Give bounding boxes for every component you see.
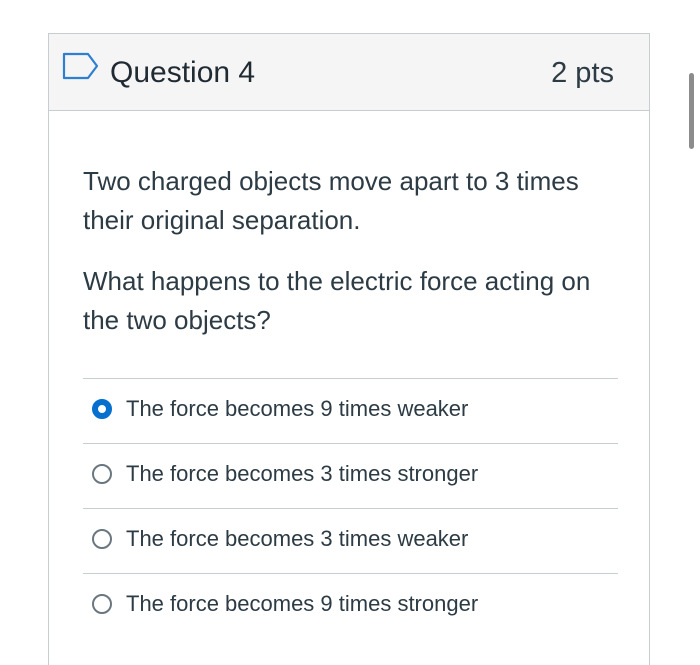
answer-label: The force becomes 9 times weaker xyxy=(126,396,469,421)
radio-unselected-icon[interactable] xyxy=(92,594,112,614)
answer-option[interactable]: The force becomes 9 times weaker xyxy=(83,379,618,444)
answer-option[interactable]: The force becomes 3 times stronger xyxy=(83,444,618,509)
answer-label: The force becomes 3 times stronger xyxy=(126,461,479,486)
question-body: Two charged objects move apart to 3 time… xyxy=(83,110,618,638)
radio-selected-icon[interactable] xyxy=(92,399,112,419)
question-header: Question 4 2 pts xyxy=(49,34,649,111)
answer-option[interactable]: The force becomes 3 times weaker xyxy=(83,509,618,574)
radio-unselected-icon[interactable] xyxy=(92,529,112,549)
page: Question 4 2 pts Two charged objects mov… xyxy=(0,0,700,665)
question-points: 2 pts xyxy=(551,57,614,89)
flag-question-icon[interactable] xyxy=(62,52,100,80)
answer-label: The force becomes 9 times stronger xyxy=(126,591,479,616)
answer-label: The force becomes 3 times weaker xyxy=(126,526,469,551)
answer-option[interactable]: The force becomes 9 times stronger xyxy=(83,574,618,638)
question-text-paragraph: Two charged objects move apart to 3 time… xyxy=(83,166,579,235)
question-text-paragraph: What happens to the electric force actin… xyxy=(83,266,591,335)
scrollbar-thumb[interactable] xyxy=(689,73,694,149)
question-card: Question 4 2 pts Two charged objects mov… xyxy=(48,33,650,665)
answer-list: The force becomes 9 times weaker The for… xyxy=(83,378,618,638)
radio-unselected-icon[interactable] xyxy=(92,464,112,484)
question-title: Question 4 xyxy=(110,56,256,89)
